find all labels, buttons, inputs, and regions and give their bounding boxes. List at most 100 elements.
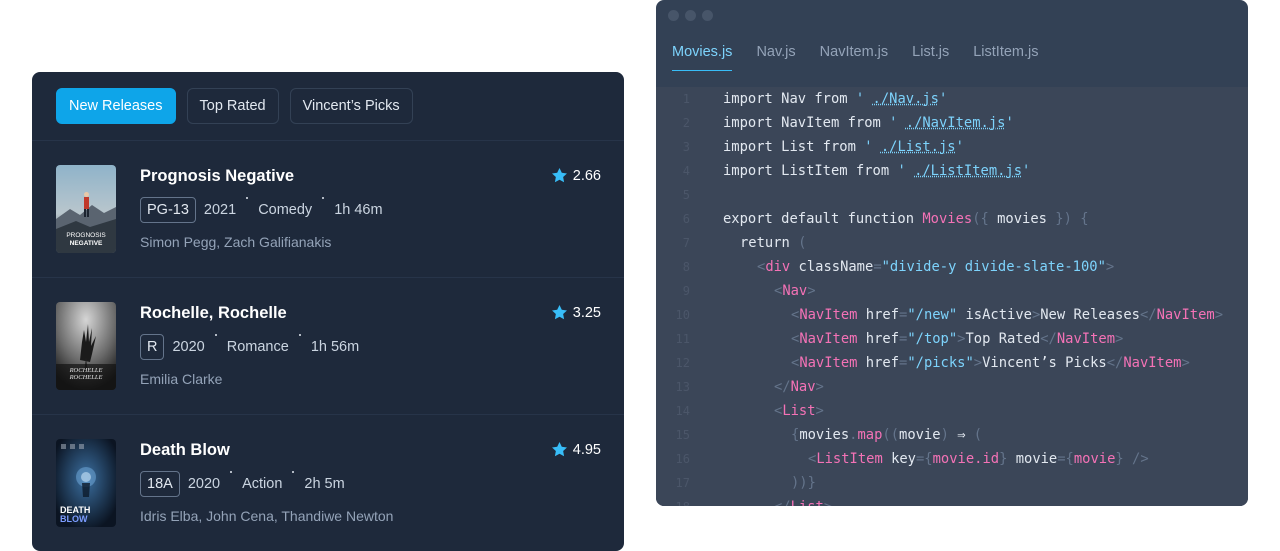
code-token: movie.id (932, 451, 1000, 467)
file-tabs: Movies.js Nav.js NavItem.js List.js List… (672, 44, 1039, 71)
code-token: } /> (1115, 451, 1149, 467)
code-token: ))} (791, 475, 816, 491)
code-token: > (1105, 259, 1115, 275)
certification-badge: R (140, 334, 165, 360)
movie-runtime: 1h 56m (310, 339, 360, 355)
code-token: NavItem (799, 331, 858, 347)
nav-tab-top-rated[interactable]: Top Rated (186, 88, 279, 124)
file-tab-movies-js[interactable]: Movies.js (672, 44, 733, 71)
code-token: href (857, 307, 900, 323)
line-number: 16 (675, 452, 690, 466)
line-code: <NavItem href="/picks">Vincent’s Picks</… (791, 351, 1190, 375)
code-token: ' (864, 139, 881, 155)
separator-dot (289, 334, 311, 360)
line-number: 17 (675, 476, 690, 490)
code-area[interactable]: 1 import Nav from ' ./Nav.js' 2 import NavI… (656, 87, 1248, 506)
movie-rating: 3.25 (551, 304, 601, 321)
movie-list-item[interactable]: DEATH BLOW Death Blow 4.95 18A 2020 Acti… (32, 415, 624, 551)
line-code: {movies.map((movie) ⇒ ( (791, 423, 982, 447)
code-token: > (1181, 355, 1190, 371)
rating-value: 2.66 (572, 167, 601, 184)
window-minimize-dot[interactable] (685, 10, 696, 21)
certification-badge: PG-13 (140, 197, 196, 223)
separator-dot (205, 334, 227, 360)
star-icon (551, 167, 568, 184)
movie-runtime: 1h 46m (334, 202, 383, 218)
nav-tab-new-releases[interactable]: New Releases (56, 88, 176, 124)
file-tab-nav-js[interactable]: Nav.js (756, 44, 795, 71)
code-token: ./ListItem.js (914, 163, 1023, 179)
movie-title: Prognosis Negative (140, 167, 295, 185)
line-number: 9 (682, 284, 690, 298)
code-line: 10 <NavItem href="/new" isActive>New Rele… (656, 303, 1248, 327)
movie-list: PROGNOSIS NEGATIVE Prognosis Negative 2.… (32, 141, 624, 551)
code-token: import Nav from (723, 91, 856, 107)
code-token: href (857, 355, 900, 371)
code-token: > (1214, 307, 1224, 323)
line-number: 18 (656, 495, 690, 506)
code-line: 16 <ListItem key={movie.id} movie={movie}… (656, 447, 1248, 471)
movie-list-item[interactable]: PROGNOSIS NEGATIVE Prognosis Negative 2.… (32, 141, 624, 278)
code-token: > (815, 403, 824, 419)
file-tab-listitem-js[interactable]: ListItem.js (973, 44, 1038, 71)
code-token: className (790, 259, 874, 275)
line-code: <ListItem key={movie.id} movie={movie} /… (808, 447, 1149, 471)
code-line: 11 <NavItem href="/top">Top Rated</NavIte… (656, 327, 1248, 351)
poster-text: PROGNOSIS (66, 232, 106, 239)
movie-title: Death Blow (140, 441, 230, 459)
line-code: return ( (740, 231, 806, 255)
file-tab-list-js[interactable]: List.js (912, 44, 949, 71)
code-token: ={ (916, 451, 933, 467)
separator-dot (282, 471, 304, 497)
code-editor-window: Movies.js Nav.js NavItem.js List.js List… (656, 0, 1248, 506)
movie-list-item[interactable]: ROCHELLE ROCHELLE Rochelle, Rochelle 3.2… (32, 278, 624, 415)
line-number: 14 (675, 404, 690, 418)
code-token: "/top" (907, 331, 958, 347)
movie-title: Rochelle, Rochelle (140, 304, 287, 322)
code-token: NavItem (1056, 331, 1116, 347)
movie-meta: R 2020 Romance 1h 56m (140, 334, 359, 360)
movie-year: 2020 (187, 476, 221, 492)
code-token: ' (938, 91, 948, 107)
window-close-dot[interactable] (668, 10, 679, 21)
code-token: return (740, 235, 799, 251)
poster-text: BLOW (60, 514, 88, 524)
code-token: import List from (723, 139, 865, 155)
line-code: <Nav> (774, 279, 816, 303)
code-token: key (882, 451, 916, 467)
nav-tab-vincents-picks[interactable]: Vincent’s Picks (289, 88, 413, 124)
code-line: 2 import NavItem from ' ./NavItem.js' (656, 111, 1248, 135)
code-token: isActive (957, 307, 1032, 323)
movie-nav: New Releases Top Rated Vincent’s Picks (32, 72, 624, 141)
code-token: ListItem (816, 451, 883, 467)
code-token: </ (1139, 307, 1157, 323)
line-number: 5 (682, 188, 690, 202)
code-token: ' (897, 163, 915, 179)
line-number: 1 (682, 92, 690, 106)
code-token: List (791, 499, 824, 506)
code-token: > (973, 355, 983, 371)
line-number: 3 (682, 140, 690, 154)
code-token: ( (798, 235, 807, 251)
code-token: </ (1106, 355, 1124, 371)
movie-cast: Idris Elba, John Cena, Thandiwe Newton (140, 508, 394, 524)
line-code: <NavItem href="/top">Top Rated</NavItem> (791, 327, 1123, 351)
code-token: (( (882, 427, 900, 443)
movie-genre: Romance (226, 339, 289, 355)
movies-panel: New Releases Top Rated Vincent’s Picks P… (32, 72, 624, 551)
movie-genre: Comedy (258, 202, 313, 218)
movie-poster: ROCHELLE ROCHELLE (56, 302, 116, 390)
line-code: import Nav from ' ./Nav.js' (723, 87, 947, 111)
rating-value: 4.95 (572, 441, 601, 458)
window-zoom-dot[interactable] (702, 10, 713, 21)
line-number: 10 (675, 308, 690, 322)
line-number: 7 (682, 236, 690, 250)
line-number: 8 (682, 260, 690, 274)
line-number: 6 (682, 212, 690, 226)
file-tab-navitem-js[interactable]: NavItem.js (820, 44, 889, 71)
code-token: ./NavItem.js (905, 115, 1006, 131)
line-number: 12 (675, 356, 690, 370)
separator-dot (220, 471, 242, 497)
line-code: import ListItem from ' ./ListItem.js' (723, 159, 1030, 183)
code-line: 17))} (656, 471, 1248, 495)
